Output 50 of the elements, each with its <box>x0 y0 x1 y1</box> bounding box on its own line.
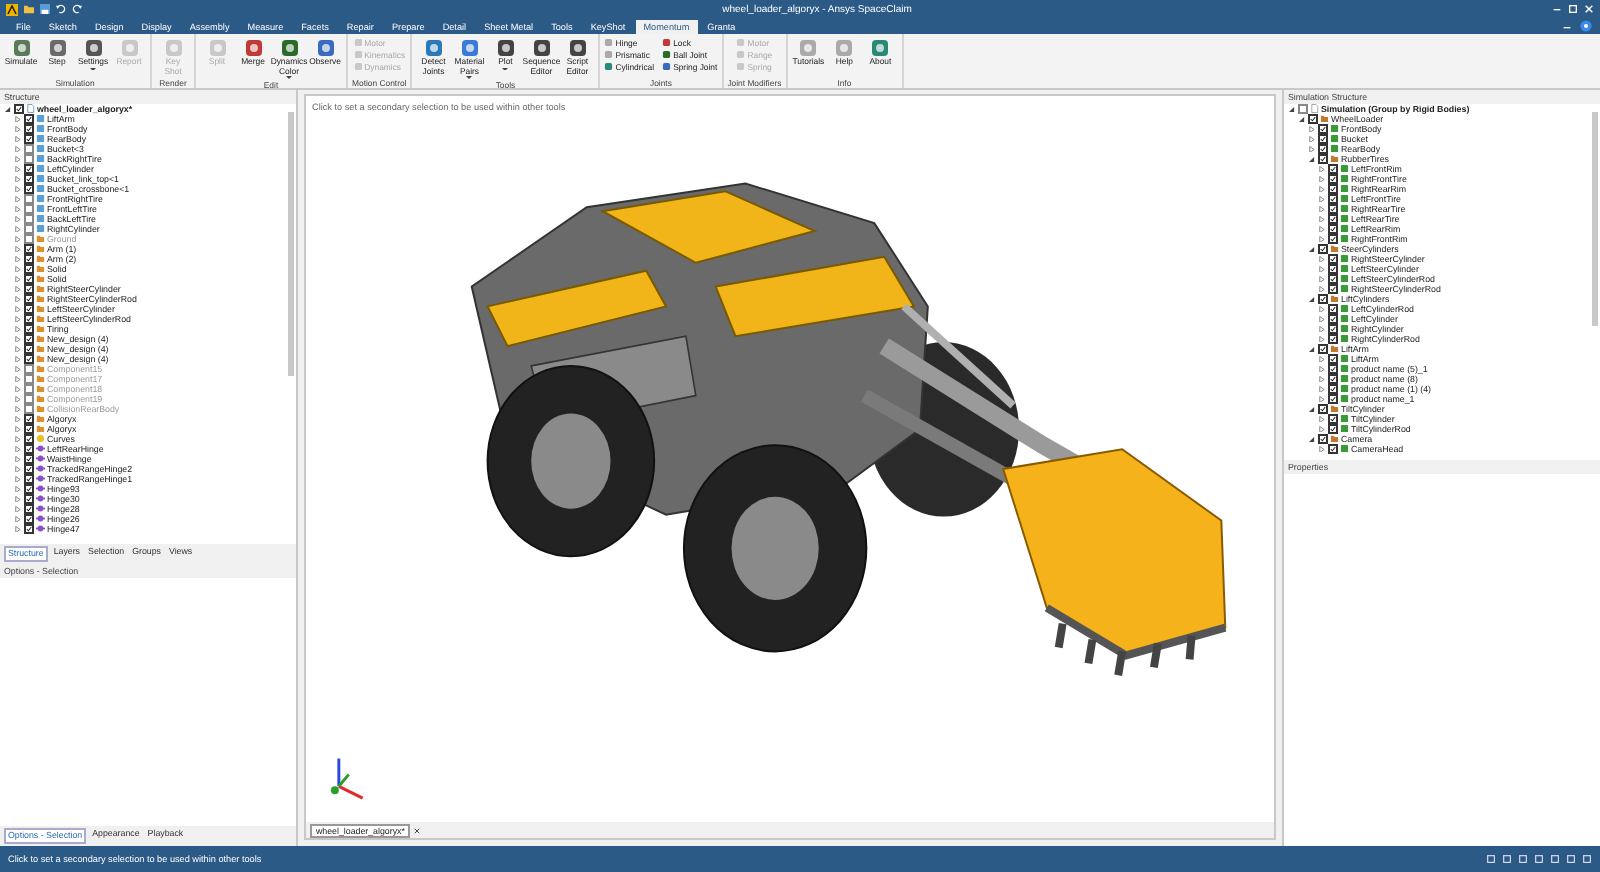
save-icon[interactable] <box>40 4 50 14</box>
expand-arrow-icon[interactable] <box>1308 155 1315 163</box>
axis-triad-icon <box>330 758 364 800</box>
checkbox[interactable] <box>1317 153 1328 165</box>
expand-arrow-icon[interactable] <box>1298 115 1305 123</box>
document-icon <box>1310 104 1319 114</box>
expand-arrow-icon[interactable] <box>1288 105 1295 113</box>
caret-icon <box>90 67 96 71</box>
folder-icon <box>1320 114 1329 124</box>
folder-icon <box>1330 294 1339 304</box>
checkbox[interactable] <box>1327 393 1338 405</box>
expand-arrow-icon[interactable] <box>1308 345 1315 353</box>
checkbox[interactable] <box>1307 113 1318 125</box>
curve-icon <box>36 434 45 444</box>
document-icon <box>26 104 35 114</box>
redo-icon[interactable] <box>72 4 82 14</box>
checkbox[interactable] <box>13 103 24 115</box>
scrollbar[interactable] <box>1592 112 1598 326</box>
expand-arrow-icon[interactable] <box>4 105 11 113</box>
close-icon[interactable] <box>414 827 421 833</box>
checkbox[interactable] <box>1297 103 1308 115</box>
caret-icon <box>286 76 292 80</box>
app-logo-icon[interactable] <box>6 3 18 15</box>
folder-icon <box>1330 344 1339 354</box>
help-icon[interactable] <box>1580 20 1592 32</box>
folder-icon <box>1330 404 1339 414</box>
folder-icon[interactable] <box>24 4 34 14</box>
expand-arrow-icon[interactable] <box>1308 295 1315 303</box>
checkbox[interactable] <box>1317 343 1328 355</box>
expand-arrow-icon[interactable] <box>1308 435 1315 443</box>
expand-arrow-icon[interactable] <box>1308 245 1315 253</box>
checkbox[interactable] <box>1327 333 1338 345</box>
checkbox[interactable] <box>1327 283 1338 295</box>
scrollbar[interactable] <box>288 112 294 376</box>
checkbox[interactable] <box>1327 233 1338 245</box>
checkbox[interactable] <box>1317 433 1328 445</box>
checkbox[interactable] <box>1327 423 1338 435</box>
maximize-icon[interactable] <box>1568 4 1578 14</box>
folder-icon <box>1330 244 1339 254</box>
checkbox[interactable] <box>1317 243 1328 255</box>
caret-icon <box>502 67 509 71</box>
checkbox[interactable] <box>1317 403 1328 415</box>
undo-icon[interactable] <box>56 4 66 14</box>
checkbox[interactable] <box>23 523 34 535</box>
checkbox[interactable] <box>1327 443 1338 455</box>
folder-icon <box>1330 434 1339 444</box>
checkbox[interactable] <box>1317 293 1328 305</box>
caret-icon <box>466 76 473 80</box>
folder-icon <box>1330 154 1339 164</box>
expand-arrow-icon[interactable] <box>1308 405 1315 413</box>
